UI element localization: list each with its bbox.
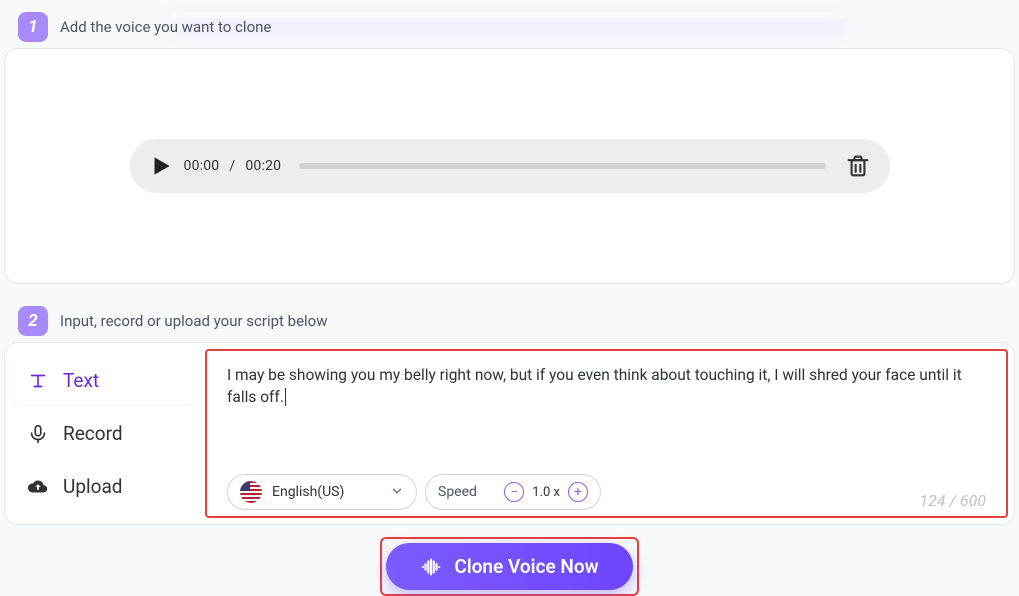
play-button[interactable] xyxy=(148,153,174,179)
cta-wrap: Clone Voice Now xyxy=(2,537,1017,596)
us-flag-icon xyxy=(240,481,262,503)
script-panel: Text Record Upload I may be showing you … xyxy=(4,342,1015,525)
waveform-icon xyxy=(420,556,442,578)
speed-control: Speed − 1.0 x + xyxy=(425,474,601,510)
speed-minus-button[interactable]: − xyxy=(504,482,524,502)
cloud-upload-icon xyxy=(27,476,49,498)
time-total: 00:20 xyxy=(245,158,281,174)
script-text-span: I may be showing you my belly right now,… xyxy=(227,366,962,406)
tab-upload-label: Upload xyxy=(63,475,123,498)
voice-panel: 00:00 / 00:20 xyxy=(4,48,1015,284)
tab-record-label: Record xyxy=(63,422,123,445)
top-glow xyxy=(170,12,849,18)
step1-title: Add the voice you want to clone xyxy=(60,18,271,36)
chevron-down-icon xyxy=(390,483,404,502)
tab-text-label: Text xyxy=(63,369,99,392)
cta-highlight: Clone Voice Now xyxy=(380,537,638,596)
progress-bar[interactable] xyxy=(299,163,825,169)
text-icon xyxy=(27,370,49,392)
audio-player: 00:00 / 00:20 xyxy=(130,139,890,193)
time-sep: / xyxy=(229,158,235,174)
page-root: 1 Add the voice you want to clone 00:00 /… xyxy=(0,12,1019,596)
language-select[interactable]: English(US) xyxy=(227,474,417,510)
step2-header: 2 Input, record or upload your script be… xyxy=(18,306,1017,336)
char-count: 124 / 600 xyxy=(919,491,986,510)
language-left: English(US) xyxy=(240,481,344,503)
language-label: English(US) xyxy=(272,484,344,500)
step2-badge: 2 xyxy=(18,306,48,336)
script-editor[interactable]: I may be showing you my belly right now,… xyxy=(205,349,1008,518)
speed-label: Speed xyxy=(438,484,477,500)
speed-plus-button[interactable]: + xyxy=(568,482,588,502)
tab-upload[interactable]: Upload xyxy=(13,463,197,510)
time-current: 00:00 xyxy=(184,158,220,174)
delete-button[interactable] xyxy=(844,152,872,180)
trash-icon xyxy=(844,152,872,180)
step2-title: Input, record or upload your script belo… xyxy=(60,312,328,330)
tab-text[interactable]: Text xyxy=(13,357,197,404)
input-tabs: Text Record Upload xyxy=(5,343,205,524)
controls-row: English(US) Speed − 1.0 x + 1 xyxy=(227,474,986,510)
mic-icon xyxy=(27,423,49,445)
step2-wrap: 2 Input, record or upload your script be… xyxy=(2,306,1017,525)
cta-label: Clone Voice Now xyxy=(454,555,598,578)
step1-badge: 1 xyxy=(18,12,48,42)
speed-value: 1.0 x xyxy=(532,485,560,500)
text-caret xyxy=(284,388,286,406)
play-icon xyxy=(148,153,174,179)
tab-record[interactable]: Record xyxy=(13,410,197,457)
script-text[interactable]: I may be showing you my belly right now,… xyxy=(227,365,986,451)
